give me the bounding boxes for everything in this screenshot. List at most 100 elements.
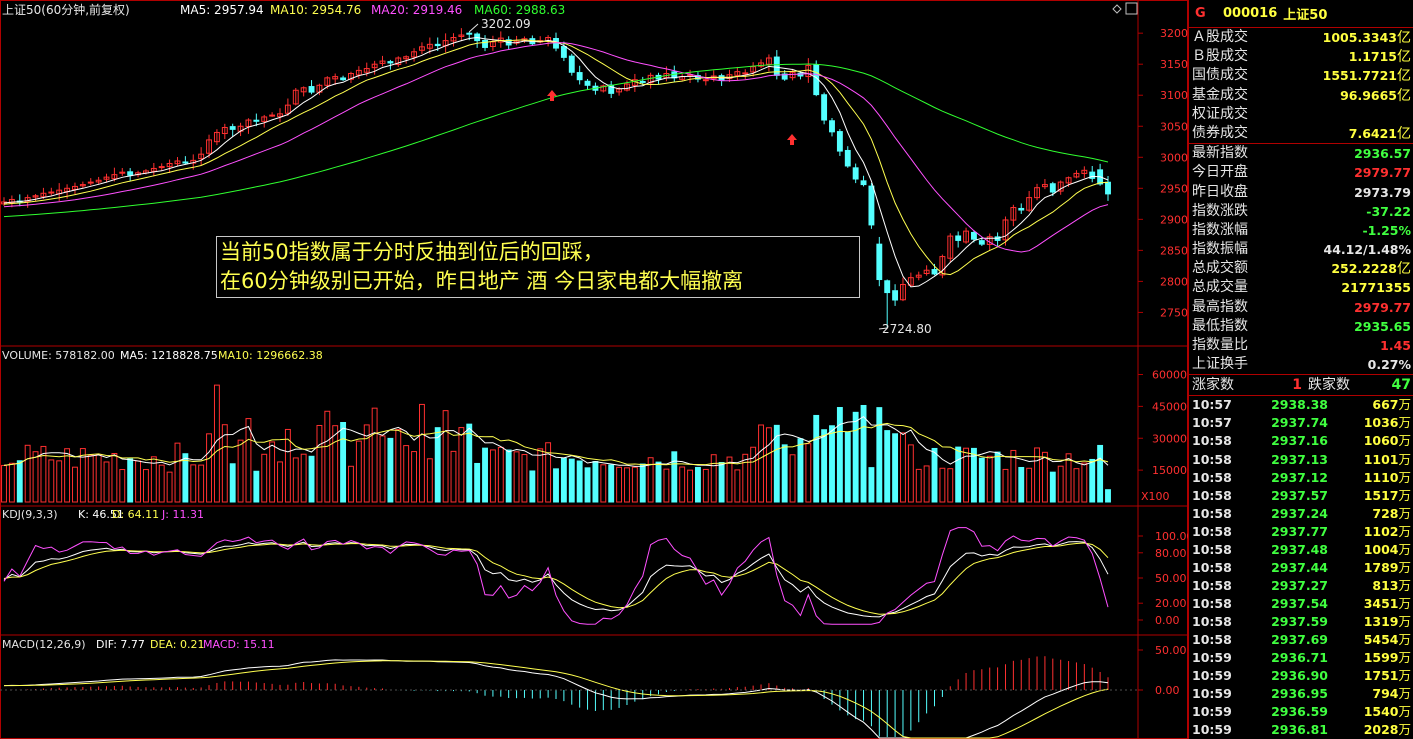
tick-volume: 1789万	[1363, 559, 1411, 575]
macd-dif-legend: DIF: 7.77	[96, 638, 145, 651]
tick-row: 10:59 2936.81 2028万	[1189, 721, 1413, 739]
candle-down	[978, 240, 985, 245]
quote-row: 上证换手 0.27%	[1189, 355, 1413, 374]
tick-row: 10:59 2936.59 1540万	[1189, 703, 1413, 721]
volume-bar	[797, 438, 804, 503]
quote-value: -1.25%	[1362, 222, 1411, 238]
quote-row: 昨日收盘 2973.79	[1189, 183, 1413, 202]
candle-down	[387, 61, 394, 64]
volume-axis: 60000 45000 30000 15000	[1138, 369, 1187, 477]
volume-bar	[931, 447, 938, 503]
quote-row: 今日开盘 2979.77	[1189, 163, 1413, 182]
turnover-label: 国债成交	[1192, 67, 1248, 84]
quote-value: 2935.65	[1354, 318, 1411, 334]
quote-value: 2973.79	[1354, 184, 1411, 200]
tick-row: 10:58 2937.44 1789万	[1189, 559, 1413, 577]
tick-row: 10:58 2937.54 3451万	[1189, 595, 1413, 613]
volume-bar	[8, 462, 15, 503]
volume-bar	[332, 425, 339, 503]
volume-bar	[324, 410, 331, 503]
tick-row: 10:59 2936.71 1599万	[1189, 649, 1413, 667]
turnover-row: 债券成交 7.6421亿	[1189, 124, 1413, 143]
tick-price: 2937.16	[1271, 433, 1328, 449]
sidebar-header: G 000016 上证50	[1189, 0, 1413, 28]
volume-legend: VOLUME: 578182.00	[2, 349, 115, 362]
volume-bar	[316, 424, 323, 503]
candle-down	[229, 126, 236, 130]
volume-bar	[1018, 466, 1025, 503]
candle-down	[584, 80, 591, 86]
kdj-legend: KDJ(9,3,3)	[2, 508, 58, 521]
turnover-label: 基金成交	[1192, 86, 1248, 103]
volume-bar	[687, 469, 694, 503]
window-button[interactable]	[1125, 2, 1138, 15]
volume-bar	[742, 453, 749, 503]
index-name: 上证50	[1283, 8, 1328, 23]
macd-axis: 50.00 0.00	[1138, 644, 1187, 697]
volume-bar	[1105, 489, 1111, 503]
quote-value: 2936.57	[1354, 146, 1411, 162]
volume-bar	[348, 465, 354, 503]
stock-chart[interactable]: 上证50(60分钟,前复权) MA5: 2957.94 MA10: 2954.7…	[0, 0, 1188, 739]
volume-bar	[560, 457, 567, 503]
chart-frame	[0, 0, 1188, 739]
tick-volume: 1599万	[1363, 650, 1411, 666]
tick-time: 10:58	[1192, 523, 1232, 539]
candle-down	[1049, 183, 1056, 193]
volume-bar	[624, 467, 630, 503]
kdj-j-line	[3, 527, 1109, 625]
tick-time: 10:58	[1192, 433, 1232, 449]
volume-bar	[907, 444, 914, 503]
volume-bar	[758, 424, 764, 503]
volume-bar	[237, 439, 244, 503]
tick-volume: 1060万	[1363, 433, 1411, 449]
ma60-line	[3, 63, 1109, 218]
volume-bar	[450, 450, 457, 503]
volume-bar	[458, 427, 465, 503]
annotation-line-1: 当前50指数属于分时反抽到位后的回踩，	[220, 240, 604, 264]
volume-bar	[1065, 453, 1072, 503]
tick-time: 10:58	[1192, 451, 1232, 467]
quote-label: 指数涨跌	[1192, 202, 1248, 219]
volume-bar	[734, 469, 741, 503]
tick-price: 2936.71	[1271, 650, 1328, 666]
price-tick-label: 2750	[1160, 306, 1188, 319]
candle-down	[127, 171, 134, 176]
quote-value: 2979.77	[1354, 299, 1411, 315]
volume-bar	[868, 467, 875, 503]
candle-up	[269, 114, 276, 117]
volume-bar	[655, 461, 662, 503]
volume-bar	[355, 440, 362, 503]
volume-bar	[876, 407, 883, 503]
volume-bar	[576, 460, 583, 503]
tick-volume: 794万	[1372, 686, 1411, 702]
volume-bar	[229, 463, 236, 503]
volume-bar	[418, 403, 425, 503]
quote-label: 最高指数	[1192, 298, 1248, 315]
volume-bar	[1073, 468, 1080, 503]
volume-bar	[821, 429, 828, 503]
quote-row: 指数振幅 44.12/1.48%	[1189, 240, 1413, 259]
turnover-label: 权证成交	[1192, 105, 1248, 122]
candle-down	[182, 161, 189, 164]
tick-row: 10:58 2937.13 1101万	[1189, 451, 1413, 469]
tick-row: 10:58 2937.24 728万	[1189, 505, 1413, 523]
tick-row: 10:58 2937.57 1517万	[1189, 487, 1413, 505]
decline-count: 47	[1391, 377, 1411, 394]
turnover-label: Ａ股成交	[1192, 29, 1248, 45]
tick-list[interactable]: 10:57 2938.38 667万 10:57 2937.74 1036万 10:58 29…	[1189, 396, 1413, 739]
quote-label: 指数振幅	[1192, 241, 1248, 258]
volume-tick-label: 15000	[1152, 464, 1187, 477]
volume-bar	[718, 461, 725, 503]
volume-bar	[529, 470, 536, 503]
kdj-tick-label: 100.00	[1155, 530, 1188, 543]
tick-price: 2937.59	[1271, 613, 1328, 629]
candle-down	[1018, 207, 1025, 211]
candle-down	[892, 290, 899, 301]
tick-volume: 1004万	[1363, 541, 1411, 557]
tick-time: 10:58	[1192, 613, 1232, 629]
volume-bar	[48, 459, 55, 503]
volume-bar	[111, 452, 118, 503]
macd-tick-label: 0.00	[1155, 684, 1180, 697]
tick-row: 10:58 2937.77 1102万	[1189, 523, 1413, 541]
